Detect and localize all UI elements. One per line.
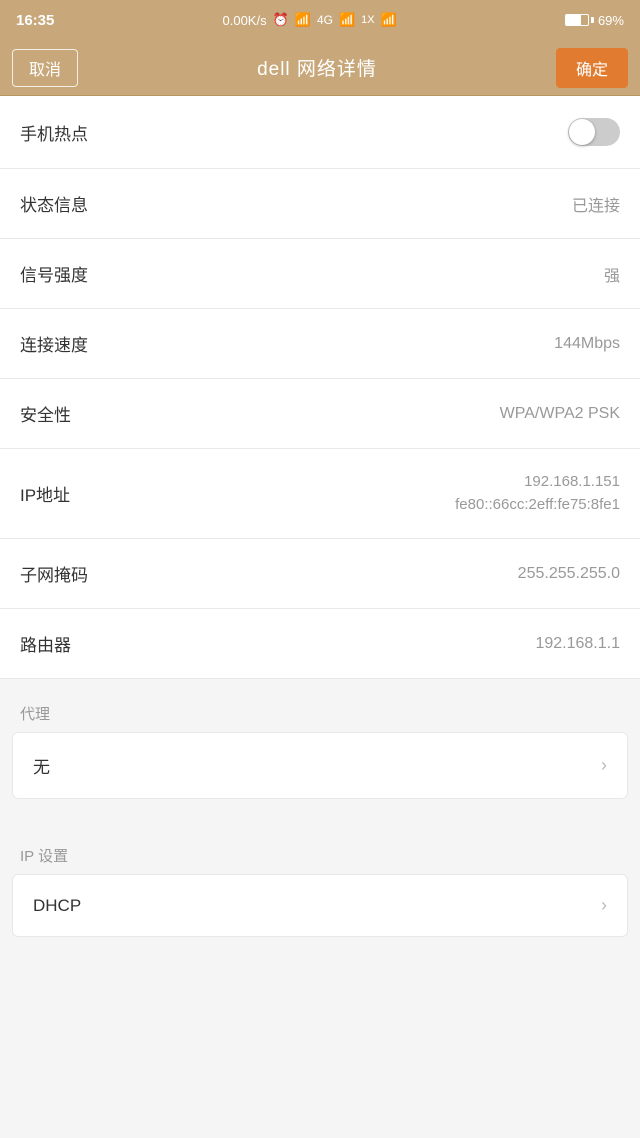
- network-type: 4G: [317, 13, 333, 27]
- proxy-chevron-icon: ›: [601, 755, 607, 776]
- confirm-button[interactable]: 确定: [556, 48, 628, 88]
- ip-values: 192.168.1.151 fe80::66cc:2eff:fe75:8fe1: [455, 471, 620, 516]
- status-center: 0.00K/s ⏰ 📶 4G 📶 1X 📶: [223, 12, 397, 28]
- ip-settings-chevron-icon: ›: [601, 895, 607, 916]
- hotspot-toggle[interactable]: [568, 118, 620, 146]
- toggle-knob: [569, 119, 595, 145]
- ip-label: IP地址: [20, 481, 70, 506]
- signal-bars-icon: 📶: [339, 12, 355, 28]
- section-spacer: [0, 805, 640, 821]
- subnet-row: 子网掩码 255.255.255.0: [0, 539, 640, 609]
- ipv6-value: fe80::66cc:2eff:fe75:8fe1: [455, 494, 620, 517]
- security-value: WPA/WPA2 PSK: [500, 405, 620, 423]
- ip-settings-value: DHCP: [33, 896, 81, 916]
- ip-settings-select-row[interactable]: DHCP ›: [12, 874, 628, 937]
- status-label: 状态信息: [20, 191, 88, 216]
- signal-row: 信号强度 强: [0, 239, 640, 309]
- speed-row: 连接速度 144Mbps: [0, 309, 640, 379]
- proxy-select-row[interactable]: 无 ›: [12, 732, 628, 799]
- proxy-value: 无: [33, 753, 50, 778]
- wifi-icon: 📶: [295, 12, 311, 28]
- network-1x: 1X: [361, 14, 374, 26]
- signal-value: 强: [604, 262, 620, 286]
- subnet-value: 255.255.255.0: [518, 565, 620, 583]
- router-value: 192.168.1.1: [535, 635, 620, 653]
- status-value: 已连接: [572, 192, 620, 216]
- speed-label: 连接速度: [20, 331, 88, 356]
- status-time: 16:35: [16, 12, 54, 29]
- router-label: 路由器: [20, 631, 71, 656]
- security-label: 安全性: [20, 401, 71, 426]
- proxy-section-label: 代理: [0, 689, 640, 732]
- router-row: 路由器 192.168.1.1: [0, 609, 640, 679]
- alarm-icon: ⏰: [273, 12, 289, 28]
- ipv4-value: 192.168.1.151: [455, 471, 620, 494]
- proxy-section: 代理 无 ›: [0, 679, 640, 799]
- battery-indicator: [565, 14, 594, 26]
- ip-row: IP地址 192.168.1.151 fe80::66cc:2eff:fe75:…: [0, 449, 640, 539]
- status-row: 状态信息 已连接: [0, 169, 640, 239]
- page-title: dell 网络详情: [257, 54, 377, 81]
- network-speed: 0.00K/s: [223, 13, 267, 28]
- speed-value: 144Mbps: [554, 335, 620, 353]
- hotspot-label: 手机热点: [20, 120, 88, 145]
- battery-percentage: 69%: [598, 13, 624, 28]
- ip-settings-section: IP 设置 DHCP ›: [0, 821, 640, 937]
- nav-bar: 取消 dell 网络详情 确定: [0, 40, 640, 96]
- status-right: 69%: [565, 13, 624, 28]
- status-bar: 16:35 0.00K/s ⏰ 📶 4G 📶 1X 📶 69%: [0, 0, 640, 40]
- cancel-button[interactable]: 取消: [12, 49, 78, 87]
- signal-icon2: 📶: [381, 12, 397, 28]
- ip-settings-section-label: IP 设置: [0, 831, 640, 874]
- security-row: 安全性 WPA/WPA2 PSK: [0, 379, 640, 449]
- content-area: 手机热点 状态信息 已连接 信号强度 强 连接速度 144Mbps 安全性 WP…: [0, 96, 640, 679]
- hotspot-row: 手机热点: [0, 96, 640, 169]
- subnet-label: 子网掩码: [20, 561, 88, 586]
- signal-label: 信号强度: [20, 261, 88, 286]
